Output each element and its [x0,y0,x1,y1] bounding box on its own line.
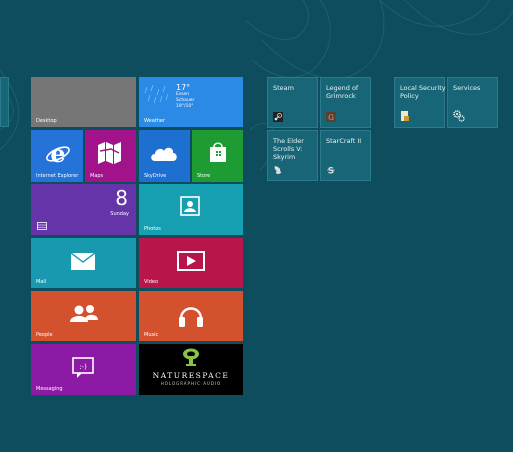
local-security-policy-tile-label: Local Security Policy [400,84,446,100]
skyrim-tile[interactable]: The Elder Scrolls V: Skyrim [267,130,318,181]
photos-tile-label: Photos [144,226,161,232]
store-tile-label: Store [197,173,211,179]
people-tile-label: People [36,332,53,338]
people-tile[interactable]: People [31,291,136,341]
mail-tile-label: Mail [36,279,47,285]
rain-background-icon [144,84,169,104]
internet-explorer-tile-label: Internet Explorer [36,173,79,179]
steam-tile-label: Steam [273,84,294,92]
steam-icon [273,112,283,122]
steam-tile[interactable]: Steam [267,77,318,128]
security-policy-icon [401,111,409,121]
svg-text:S: S [328,167,334,176]
desktop-tile[interactable]: Desktop [31,77,136,127]
weather-range: 19°/10° [176,104,194,109]
skyrim-icon [274,166,282,174]
music-tile-label: Music [144,332,159,338]
store-tile[interactable]: Store [192,130,243,182]
weather-city: Essen [176,92,190,97]
photos-tile[interactable]: Photos [139,184,243,235]
weather-tile-label: Weather [144,118,166,124]
naturespace-logo-icon [183,348,199,366]
gears-icon [453,110,465,122]
messaging-tile[interactable]: :-) Messaging [31,344,136,395]
internet-explorer-icon: e [46,140,70,166]
maps-tile-label: Maps [90,173,104,179]
naturespace-tile[interactable]: NATURESPACE HOLOGRAPHIC AUDIO [139,344,243,395]
calendar-icon [37,222,47,230]
naturespace-name: NATURESPACE [152,371,230,380]
people-icon [70,305,98,322]
video-tile-label: Video [144,279,159,285]
skydrive-tile-label: SkyDrive [144,173,167,179]
photo-icon [180,196,200,216]
partial-tile[interactable] [0,77,9,127]
mail-icon [71,253,95,270]
starcraft-tile-label: StarCraft II [326,137,362,145]
maps-tile[interactable]: Maps [85,130,136,182]
messaging-tile-label: Messaging [36,386,63,392]
services-tile-label: Services [453,84,481,92]
calendar-date: 8 [115,186,128,210]
headphones-icon [179,307,203,327]
skydrive-tile[interactable]: SkyDrive [139,130,190,182]
skyrim-tile-label: The Elder Scrolls V: Skyrim [273,137,304,161]
internet-explorer-tile[interactable]: e Internet Explorer [31,130,83,182]
grimrock-icon: G [326,112,336,122]
mail-tile[interactable]: Mail [31,238,136,288]
weather-condition: Schauer [176,98,195,103]
starcraft-icon: S [327,167,335,176]
cloud-icon [151,147,177,161]
weather-tile[interactable]: 17° Essen Schauer 19°/10° Weather [139,77,243,127]
calendar-tile[interactable]: 8 Sunday [31,184,136,235]
weather-temp: 17° [176,83,191,92]
desktop-tile-label: Desktop [36,118,57,124]
svg-text:e: e [50,140,65,166]
video-tile[interactable]: Video [139,238,243,288]
messaging-icon: :-) [72,357,94,378]
maps-icon [98,142,121,164]
starcraft-tile[interactable]: StarCraft II S [320,130,371,181]
services-tile[interactable]: Services [447,77,498,128]
legend-of-grimrock-tile-label: Legend of Grimrock [326,84,359,100]
calendar-day: Sunday [110,211,129,217]
music-tile[interactable]: Music [139,291,243,341]
legend-of-grimrock-tile[interactable]: Legend of Grimrock G [320,77,371,128]
svg-text::-): :-) [79,363,87,371]
shopping-bag-icon [210,142,226,162]
local-security-policy-tile[interactable]: Local Security Policy [394,77,446,128]
svg-text:G: G [328,114,334,122]
naturespace-tagline: HOLOGRAPHIC AUDIO [160,381,222,386]
video-icon [177,251,205,271]
